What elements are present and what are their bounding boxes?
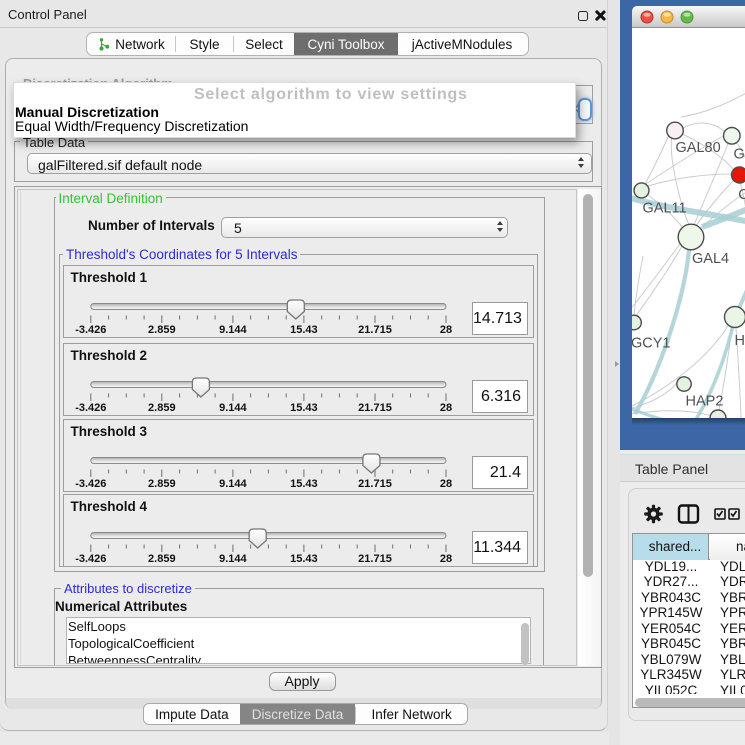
svg-text:-3.426: -3.426 — [75, 402, 106, 414]
svg-text:28: 28 — [439, 553, 451, 565]
svg-text:28: 28 — [439, 324, 451, 336]
svg-text:9.144: 9.144 — [219, 324, 247, 336]
svg-text:-3.426: -3.426 — [75, 553, 106, 565]
svg-text:15.43: 15.43 — [290, 478, 318, 490]
svg-text:GAL4: GAL4 — [692, 251, 729, 267]
svg-text:GCY1: GCY1 — [632, 336, 671, 352]
svg-text:GAL80: GAL80 — [676, 140, 721, 156]
svg-text:28: 28 — [439, 402, 451, 414]
svg-text:GAL11: GAL11 — [643, 201, 687, 217]
svg-text:H: H — [735, 333, 745, 349]
svg-text:21.715: 21.715 — [358, 402, 392, 414]
svg-text:28: 28 — [439, 478, 451, 490]
svg-text:2.859: 2.859 — [148, 324, 176, 336]
svg-text:15.43: 15.43 — [290, 553, 318, 565]
svg-text:HAP2: HAP2 — [686, 394, 724, 410]
svg-text:2.859: 2.859 — [148, 553, 176, 565]
svg-text:9.144: 9.144 — [219, 478, 247, 490]
svg-text:2.859: 2.859 — [148, 402, 176, 414]
svg-text:21.715: 21.715 — [358, 324, 392, 336]
svg-text:15.43: 15.43 — [290, 402, 318, 414]
svg-text:2.859: 2.859 — [148, 478, 176, 490]
svg-text:21.715: 21.715 — [358, 553, 392, 565]
svg-text:-3.426: -3.426 — [75, 324, 106, 336]
svg-text:9.144: 9.144 — [219, 553, 247, 565]
svg-text:21.715: 21.715 — [358, 478, 392, 490]
svg-text:-3.426: -3.426 — [75, 478, 106, 490]
svg-text:C: C — [738, 187, 745, 203]
svg-text:15.43: 15.43 — [290, 324, 318, 336]
svg-text:9.144: 9.144 — [219, 402, 247, 414]
svg-text:G.: G. — [734, 147, 745, 163]
